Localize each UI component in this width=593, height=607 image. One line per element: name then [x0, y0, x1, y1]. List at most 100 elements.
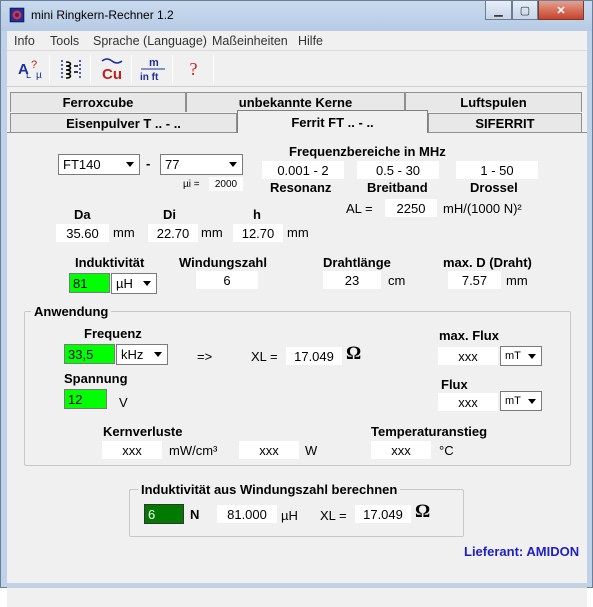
menu-tools[interactable]: Tools	[50, 34, 79, 48]
tab-siferrit[interactable]: SIFERRIT	[428, 113, 582, 133]
toolbar: A L ? µ Cu m in ft ?	[7, 51, 587, 87]
da-unit: mm	[113, 225, 135, 240]
al-label: AL =	[346, 201, 373, 216]
h-value: 12.70	[233, 224, 283, 242]
menu-info[interactable]: Info	[14, 34, 35, 48]
al-mu-icon: A L ? µ	[18, 59, 42, 81]
help-tool-button[interactable]: ?	[177, 53, 210, 85]
svg-text:in ft: in ft	[140, 72, 159, 83]
h-label: h	[253, 207, 261, 222]
core-type-value: FT140	[63, 157, 101, 172]
calc-xl-value: 17.049	[355, 505, 411, 523]
label-resonance: Resonanz	[270, 180, 332, 195]
ohm-icon: Ω	[346, 343, 362, 364]
minimize-button[interactable]: ▁	[485, 1, 512, 20]
toolbar-separator	[90, 55, 91, 83]
inductance-label: Induktivität	[75, 255, 145, 270]
freq-range-resonance: 0.001 - 2	[262, 161, 344, 179]
tab-ferrite[interactable]: Ferrit FT .. - ..	[237, 110, 428, 133]
result-arrow: =>	[197, 349, 213, 364]
tab-unknown-cores[interactable]: unbekannte Kerne	[186, 92, 405, 112]
flux-unit-value: mT	[505, 395, 521, 407]
svg-text:L: L	[26, 70, 31, 80]
da-label: Da	[74, 207, 91, 222]
ohm-icon: Ω	[415, 501, 431, 522]
core-type-select[interactable]: FT140	[58, 154, 140, 175]
copper-tool-button[interactable]: Cu	[95, 53, 128, 85]
mu-label: µi =	[183, 179, 200, 190]
h-unit: mm	[287, 225, 309, 240]
units-tool-button[interactable]: m in ft	[136, 53, 169, 85]
question-icon: ?	[189, 58, 198, 79]
max-flux-label: max. Flux	[439, 328, 499, 343]
al-unit: mH/(1000 N)²	[443, 201, 522, 216]
tab-ferroxcube[interactable]: Ferroxcube	[10, 92, 186, 112]
flux-unit-select[interactable]: mT	[500, 391, 542, 411]
windings-calc-input[interactable]: 6	[144, 504, 184, 524]
svg-text:Cu: Cu	[102, 66, 122, 82]
tab-air-coils[interactable]: Luftspulen	[405, 92, 582, 112]
toolbar-separator	[131, 55, 132, 83]
temp-rise-value: xxx	[371, 441, 431, 459]
menu-units[interactable]: Maßeinheiten	[212, 34, 288, 48]
app-window: mini Ringkern-Rechner 1.2 ▁ ▢ ✕ Info Too…	[0, 0, 593, 607]
inductance-unit-value: µH	[116, 276, 133, 291]
frequency-unit-value: kHz	[121, 347, 144, 362]
label-broadband: Breitband	[367, 180, 428, 195]
max-d-value: 7.57	[448, 271, 501, 289]
freq-range-choke: 1 - 50	[456, 161, 538, 179]
close-icon: ✕	[556, 4, 566, 17]
inductance-input[interactable]: 81	[69, 273, 110, 293]
frequency-label: Frequenz	[84, 326, 142, 341]
copper-wire-icon: Cu	[101, 58, 122, 82]
toolbar-separator	[49, 55, 50, 83]
toolbar-separator	[172, 55, 173, 83]
client-area: Info Tools Sprache (Language) Maßeinheit…	[7, 31, 587, 607]
core-loss-label: Kernverluste	[103, 424, 183, 439]
di-unit: mm	[201, 225, 223, 240]
max-flux-unit-select[interactable]: mT	[500, 346, 542, 366]
freq-ranges-title: Frequenzbereiche in MHz	[289, 144, 446, 159]
menu-help[interactable]: Hilfe	[298, 34, 323, 48]
core-loss-power-unit: W	[305, 443, 318, 458]
al-mu-tool-button[interactable]: A L ? µ	[13, 53, 46, 85]
coil-tool-button[interactable]	[54, 53, 87, 85]
frequency-unit-select[interactable]: kHz	[116, 344, 168, 365]
xl-value: 17.049	[286, 347, 342, 365]
frequency-input[interactable]: 33,5	[64, 344, 115, 364]
voltage-input[interactable]: 12	[64, 389, 107, 409]
core-loss-density-unit: mW/cm³	[169, 443, 218, 458]
inductance-unit-select[interactable]: µH	[111, 273, 157, 294]
da-value: 35.60	[56, 224, 109, 242]
title-bar[interactable]: mini Ringkern-Rechner 1.2 ▁ ▢ ✕	[1, 1, 592, 31]
tab-iron-powder[interactable]: Eisenpulver T .. - ..	[10, 113, 237, 133]
core-loss-density-value: xxx	[102, 441, 162, 459]
chevron-down-icon	[126, 162, 134, 167]
calc-inductance-unit: µH	[281, 508, 298, 523]
max-d-unit: mm	[506, 273, 528, 288]
calc-group-title: Induktivität aus Windungszahl berechnen	[138, 482, 401, 497]
svg-text:µ: µ	[36, 70, 42, 81]
max-flux-value: xxx	[438, 347, 498, 365]
maximize-button[interactable]: ▢	[512, 1, 538, 20]
voltage-unit: V	[119, 395, 128, 410]
chevron-down-icon	[528, 399, 536, 404]
svg-text:m: m	[149, 57, 159, 69]
material-select[interactable]: 77	[160, 154, 243, 175]
close-button[interactable]: ✕	[538, 1, 584, 20]
minimize-icon: ▁	[494, 4, 503, 17]
max-flux-unit-value: mT	[505, 350, 521, 362]
al-value: 2250	[385, 199, 437, 217]
application-group-title: Anwendung	[31, 304, 112, 319]
chevron-down-icon	[528, 354, 536, 359]
wire-length-unit: cm	[388, 273, 406, 288]
mu-value: 2000	[209, 177, 243, 191]
calc-inductance-value: 81.000	[217, 505, 277, 523]
menu-language[interactable]: Sprache (Language)	[93, 34, 207, 48]
calc-xl-label: XL =	[320, 508, 347, 523]
core-loss-power-value: xxx	[239, 441, 299, 459]
max-d-label: max. D (Draht)	[443, 255, 532, 270]
wire-length-value: 23	[323, 271, 381, 289]
chevron-down-icon	[229, 162, 237, 167]
menu-bar: Info Tools Sprache (Language) Maßeinheit…	[7, 31, 587, 51]
